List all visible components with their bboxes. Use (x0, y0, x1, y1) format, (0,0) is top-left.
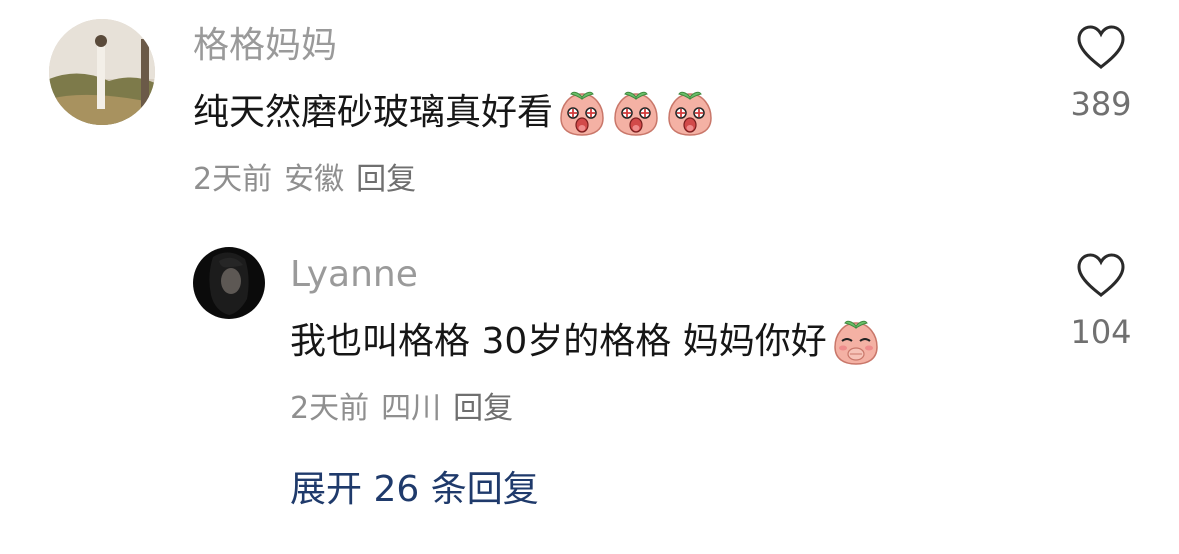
reply-text: 我也叫格格 30岁的格格 妈妈你好 (290, 321, 827, 362)
peach-emoji-starry-eyes (557, 88, 607, 138)
reply-username[interactable]: Lyanne (290, 253, 418, 297)
reply-meta: 2天前 四川 回复 (290, 389, 525, 429)
like-button[interactable]: 389 (1056, 24, 1146, 124)
peach-emoji-starry-eyes (665, 88, 715, 138)
like-count: 104 (1070, 313, 1132, 351)
reply-location: 四川 (381, 391, 442, 426)
heart-icon (1077, 253, 1125, 298)
peach-emoji-shy (831, 317, 881, 367)
reply-time: 2天前 (290, 391, 370, 426)
avatar-photo (193, 247, 265, 319)
reply-button[interactable]: 回复 (356, 162, 416, 197)
peach-emoji-starry-eyes (611, 88, 661, 138)
comment-text: 纯天然磨砂玻璃真好看 (193, 92, 554, 133)
expand-replies-link[interactable]: 展开 26 条回复 (290, 466, 539, 514)
comment-location: 安徽 (284, 162, 345, 197)
like-count: 389 (1070, 85, 1132, 123)
comment-username[interactable]: 格格妈妈 (193, 24, 337, 68)
like-button[interactable]: 104 (1056, 252, 1146, 352)
heart-icon (1077, 25, 1125, 70)
comment-meta: 2天前 安徽 回复 (193, 160, 428, 200)
avatar[interactable] (193, 247, 265, 319)
comment-time: 2天前 (193, 162, 273, 197)
avatar[interactable] (49, 19, 155, 125)
reply-text-row: 我也叫格格 30岁的格格 妈妈你好 (290, 317, 881, 367)
reply-button[interactable]: 回复 (453, 391, 513, 426)
comment-text-row: 纯天然磨砂玻璃真好看 (193, 88, 715, 138)
avatar-photo (49, 19, 155, 125)
